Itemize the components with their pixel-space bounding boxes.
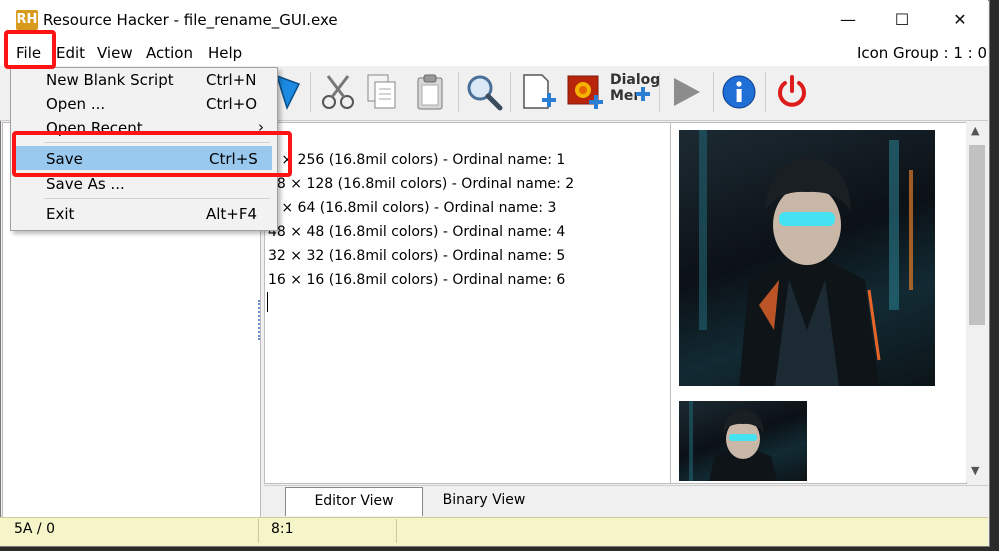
shortcut-label: Alt+F4 — [206, 205, 258, 223]
menu-item-open[interactable]: Open ... — [46, 95, 105, 113]
menu-help[interactable]: Help — [208, 44, 242, 62]
menu-action[interactable]: Action — [146, 44, 193, 62]
info-icon[interactable] — [717, 70, 761, 114]
tab-editor-view[interactable]: Editor View — [285, 487, 423, 516]
scroll-down-icon[interactable]: ▼ — [971, 464, 979, 477]
menu-item-save-as[interactable]: Save As ... — [46, 175, 125, 193]
power-exit-icon[interactable] — [770, 70, 814, 114]
shortcut-label: Ctrl+N — [206, 71, 257, 89]
toolbar-separator — [659, 72, 660, 112]
status-cursor-position: 8:1 — [271, 521, 294, 537]
dialog-menu-label: Dialog — [610, 72, 661, 88]
shortcut-label: Ctrl+O — [206, 95, 258, 113]
tab-binary-view[interactable]: Binary View — [421, 487, 547, 515]
minimize-button[interactable]: — — [826, 4, 870, 36]
toolbar-separator — [510, 72, 511, 112]
status-position: 5A / 0 — [14, 521, 56, 537]
close-button[interactable]: ✕ — [938, 4, 982, 36]
menu-item-new-blank-script[interactable]: New Blank Script — [46, 71, 174, 89]
editor-line: 6 × 256 (16.8mil colors) - Ordinal name:… — [268, 152, 566, 168]
icon-group-indicator: Icon Group : 1 : 0 — [856, 44, 987, 62]
scrollbar-thumb[interactable] — [969, 145, 985, 325]
icon-preview-medium — [679, 401, 807, 481]
maximize-button[interactable]: ☐ — [880, 4, 924, 36]
editor-line: 32 × 32 (16.8mil colors) - Ordinal name:… — [268, 248, 566, 264]
toolbar-separator — [713, 72, 714, 112]
dialog-menu-label-2: Mer — [610, 88, 641, 104]
copy-icon[interactable] — [362, 70, 402, 114]
editor-line: 28 × 128 (16.8mil colors) - Ordinal name… — [268, 176, 575, 192]
menu-separator — [44, 198, 270, 199]
menu-item-exit[interactable]: Exit — [46, 205, 74, 223]
dialog-menu-button[interactable]: Dialog Mer — [610, 72, 661, 112]
toolbar-separator — [765, 72, 766, 112]
status-divider — [258, 519, 259, 543]
icon-preview-large — [679, 130, 935, 386]
add-blank-resource-icon[interactable] — [516, 70, 560, 114]
annotation-highlight-save-item — [12, 131, 292, 177]
toolbar-separator — [458, 72, 459, 112]
scroll-up-icon[interactable]: ▲ — [971, 124, 979, 137]
editor-line: 4 × 64 (16.8mil colors) - Ordinal name: … — [268, 200, 557, 216]
menu-view[interactable]: View — [97, 44, 133, 62]
paste-icon[interactable] — [408, 70, 452, 114]
status-divider — [396, 519, 397, 543]
text-cursor — [267, 292, 268, 312]
editor-line: 48 × 48 (16.8mil colors) - Ordinal name:… — [268, 224, 566, 240]
add-image-resource-icon[interactable] — [563, 70, 607, 114]
window-title: Resource Hacker - file_rename_GUI.exe — [43, 11, 338, 29]
toolbar-separator — [310, 72, 311, 112]
annotation-highlight-file-menu — [4, 30, 56, 69]
menu-edit[interactable]: Edit — [56, 44, 85, 62]
status-bar — [0, 517, 988, 546]
editor-line: 16 × 16 (16.8mil colors) - Ordinal name:… — [268, 272, 566, 288]
resource-hacker-logo: RH — [16, 10, 38, 30]
cut-icon[interactable] — [316, 70, 360, 114]
search-icon[interactable] — [462, 70, 506, 114]
run-script-icon[interactable] — [664, 70, 708, 114]
